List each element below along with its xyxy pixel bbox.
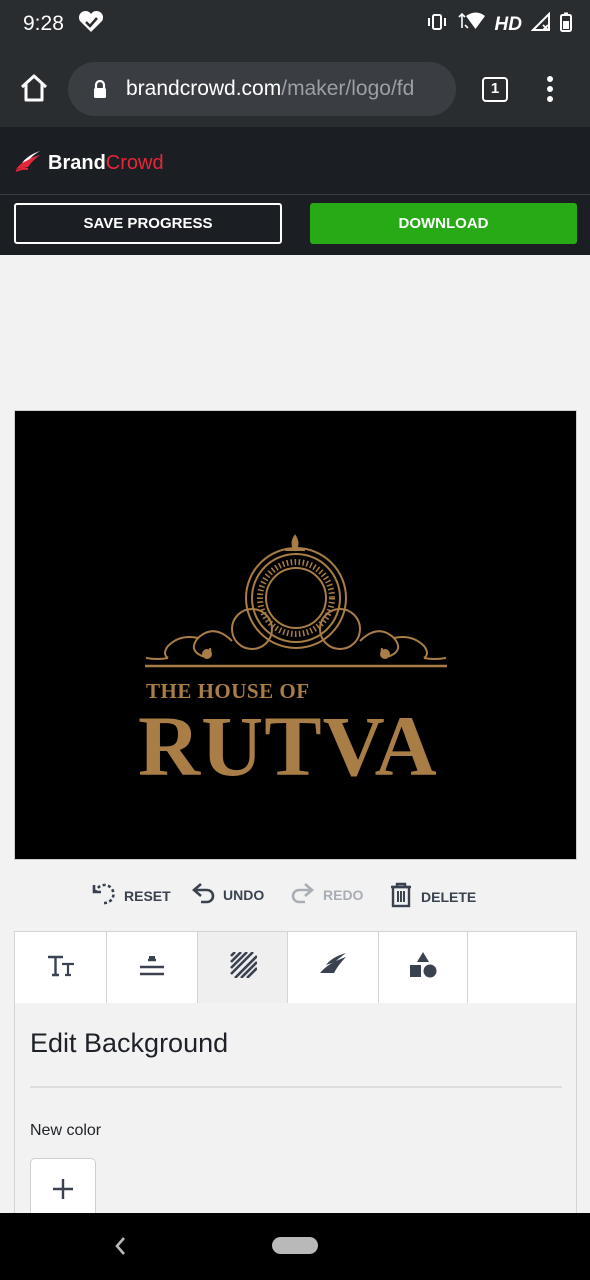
tab-shapes[interactable]: [379, 932, 468, 1003]
undo-icon: [191, 882, 215, 907]
url-host: brandcrowd.com: [126, 77, 282, 100]
download-button[interactable]: DOWNLOAD: [310, 203, 577, 244]
brandcrowd-mark-icon: [14, 149, 42, 178]
crown-ornament: [145, 534, 447, 668]
tab-text[interactable]: [15, 932, 107, 1003]
divider: [30, 1086, 562, 1088]
redo-label: REDO: [323, 886, 364, 903]
trash-icon: [389, 882, 413, 911]
status-icons: HD: [427, 11, 572, 38]
address-bar[interactable]: brandcrowd.com/maker/logo/fd: [68, 62, 456, 116]
text-icon: [46, 953, 76, 982]
brand-name-part1: Brand: [48, 152, 106, 174]
lock-icon: [92, 79, 108, 104]
signal-icon: [530, 11, 551, 38]
tab-background[interactable]: [198, 932, 288, 1003]
logo-icon: [318, 953, 348, 982]
undo-button[interactable]: UNDO: [191, 882, 264, 907]
logo-canvas[interactable]: THE HOUSE OF RUTVA: [14, 410, 577, 860]
home-gesture-pill[interactable]: [272, 1237, 318, 1254]
network-type: HD: [494, 14, 522, 35]
new-color-label: New color: [30, 1122, 102, 1139]
tab-logo[interactable]: [288, 932, 379, 1003]
tab-align[interactable]: [107, 932, 198, 1003]
battery-icon: [560, 12, 572, 38]
undo-label: UNDO: [223, 886, 265, 903]
system-nav-bar: [0, 1213, 590, 1280]
overflow-menu-icon[interactable]: [544, 74, 556, 109]
status-bar: 9:28 HD: [0, 0, 590, 50]
editor-panel: Edit Background New color: [14, 931, 577, 1224]
logo-title: RUTVA: [138, 698, 438, 794]
plus-icon: [52, 1178, 74, 1205]
url-text: brandcrowd.com/maker/logo/fd: [126, 77, 444, 101]
status-time: 9:28: [23, 12, 64, 35]
tab-empty: [468, 932, 576, 1003]
editor-tabs: [15, 932, 576, 1003]
background-icon: [229, 951, 258, 983]
url-path: /maker/logo/fd: [281, 77, 415, 100]
brand-name: BrandCrowd: [48, 152, 164, 175]
brandcrowd-logo[interactable]: BrandCrowd: [14, 149, 164, 178]
back-icon[interactable]: [112, 1235, 128, 1262]
tab-switcher-button[interactable]: 1: [482, 77, 508, 102]
brand-name-part2: Crowd: [105, 152, 164, 174]
action-bar: SAVE PROGRESS DOWNLOAD: [0, 195, 590, 255]
delete-label: DELETE: [421, 888, 477, 905]
home-icon[interactable]: [18, 72, 50, 109]
panel-title: Edit Background: [30, 1028, 229, 1058]
vibrate-icon: [427, 13, 447, 37]
health-heart-icon: [78, 10, 104, 39]
reset-icon: [92, 882, 116, 909]
wifi-icon: [456, 12, 486, 38]
reset-button[interactable]: RESET: [92, 882, 171, 909]
shapes-icon: [408, 951, 438, 984]
redo-button[interactable]: REDO: [291, 882, 363, 907]
edit-tools: RESET UNDO REDO DELETE: [0, 877, 590, 915]
redo-icon: [291, 882, 315, 907]
app-header: BrandCrowd: [0, 127, 590, 195]
browser-toolbar: brandcrowd.com/maker/logo/fd 1: [0, 50, 590, 127]
align-icon: [138, 953, 166, 982]
save-progress-button[interactable]: SAVE PROGRESS: [14, 203, 282, 244]
delete-button[interactable]: DELETE: [389, 882, 476, 911]
reset-label: RESET: [124, 887, 171, 904]
